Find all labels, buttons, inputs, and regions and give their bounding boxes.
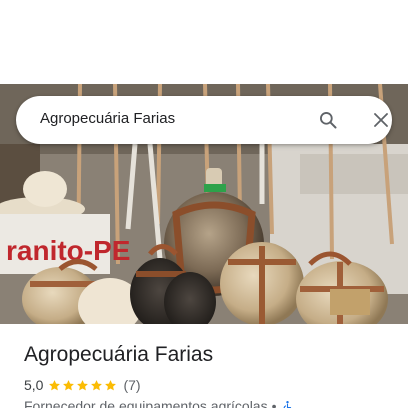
search-icon [320,112,337,129]
wheelchair-accessible-icon [283,400,291,408]
top-blank-area [0,0,408,84]
separator: • [271,398,277,408]
search-button[interactable] [314,106,342,134]
star-icon [63,379,75,390]
place-category: Fornecedor de equipamentos agrícolas [24,398,268,408]
place-title: Agropecuária Farias [24,343,214,366]
star-icon [77,379,89,390]
star-icon [105,379,117,390]
search-input[interactable]: Agropecuária Farias [40,110,175,127]
search-bar[interactable]: Agropecuária Farias [16,96,392,144]
category-row: Fornecedor de equipamentos agrícolas • [24,398,294,408]
close-icon [374,113,388,127]
place-info-panel[interactable]: Agropecuária Farias 5,0 (7) Fornecedor d… [0,324,408,408]
review-count[interactable]: (7) [123,377,140,393]
star-icon [49,379,61,390]
close-button[interactable] [367,106,395,134]
rating-row[interactable]: 5,0 (7) [24,376,141,394]
star-icon [91,379,103,390]
rating-value: 5,0 [24,377,44,393]
rating-stars [48,379,118,392]
